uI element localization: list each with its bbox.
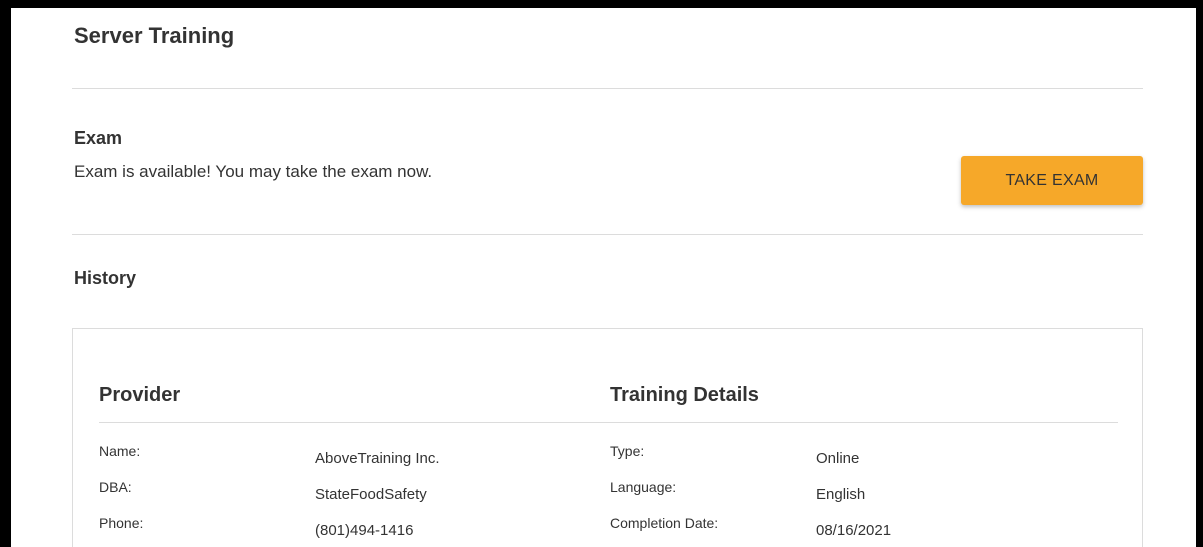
title-divider — [72, 88, 1143, 89]
history-heading: History — [74, 268, 137, 288]
provider-phone-value: (801)494-1416 — [315, 522, 414, 539]
provider-name-value: AboveTraining Inc. — [315, 450, 440, 467]
provider-phone-label: Phone: — [99, 515, 144, 531]
provider-heading: Provider — [99, 384, 181, 406]
training-type-value: Online — [816, 450, 860, 467]
completion-date-value: 08/16/2021 — [816, 522, 892, 539]
training-language-label: Language: — [610, 479, 677, 495]
provider-name-label: Name: — [99, 443, 141, 459]
exam-divider — [72, 234, 1143, 235]
training-type-label: Type: — [610, 443, 645, 459]
completion-date-label: Completion Date: — [610, 515, 719, 531]
training-page: Server Training Exam Exam is available! … — [11, 8, 1196, 547]
provider-dba-label: DBA: — [99, 479, 132, 495]
page-title: Server Training — [74, 23, 235, 48]
training-language-value: English — [816, 486, 866, 503]
window-frame-top — [0, 0, 1203, 8]
provider-dba-value: StateFoodSafety — [315, 486, 427, 503]
exam-heading: Exam — [74, 128, 123, 148]
take-exam-button[interactable]: TAKE EXAM — [961, 156, 1143, 205]
exam-status-message: Exam is available! You may take the exam… — [74, 162, 433, 181]
window-frame-left — [0, 0, 11, 547]
training-details-divider — [99, 422, 1118, 423]
window-frame-right — [1196, 0, 1203, 547]
history-card: Provider Training Details Name: AboveTra… — [72, 328, 1143, 547]
training-details-heading: Training Details — [610, 384, 759, 406]
